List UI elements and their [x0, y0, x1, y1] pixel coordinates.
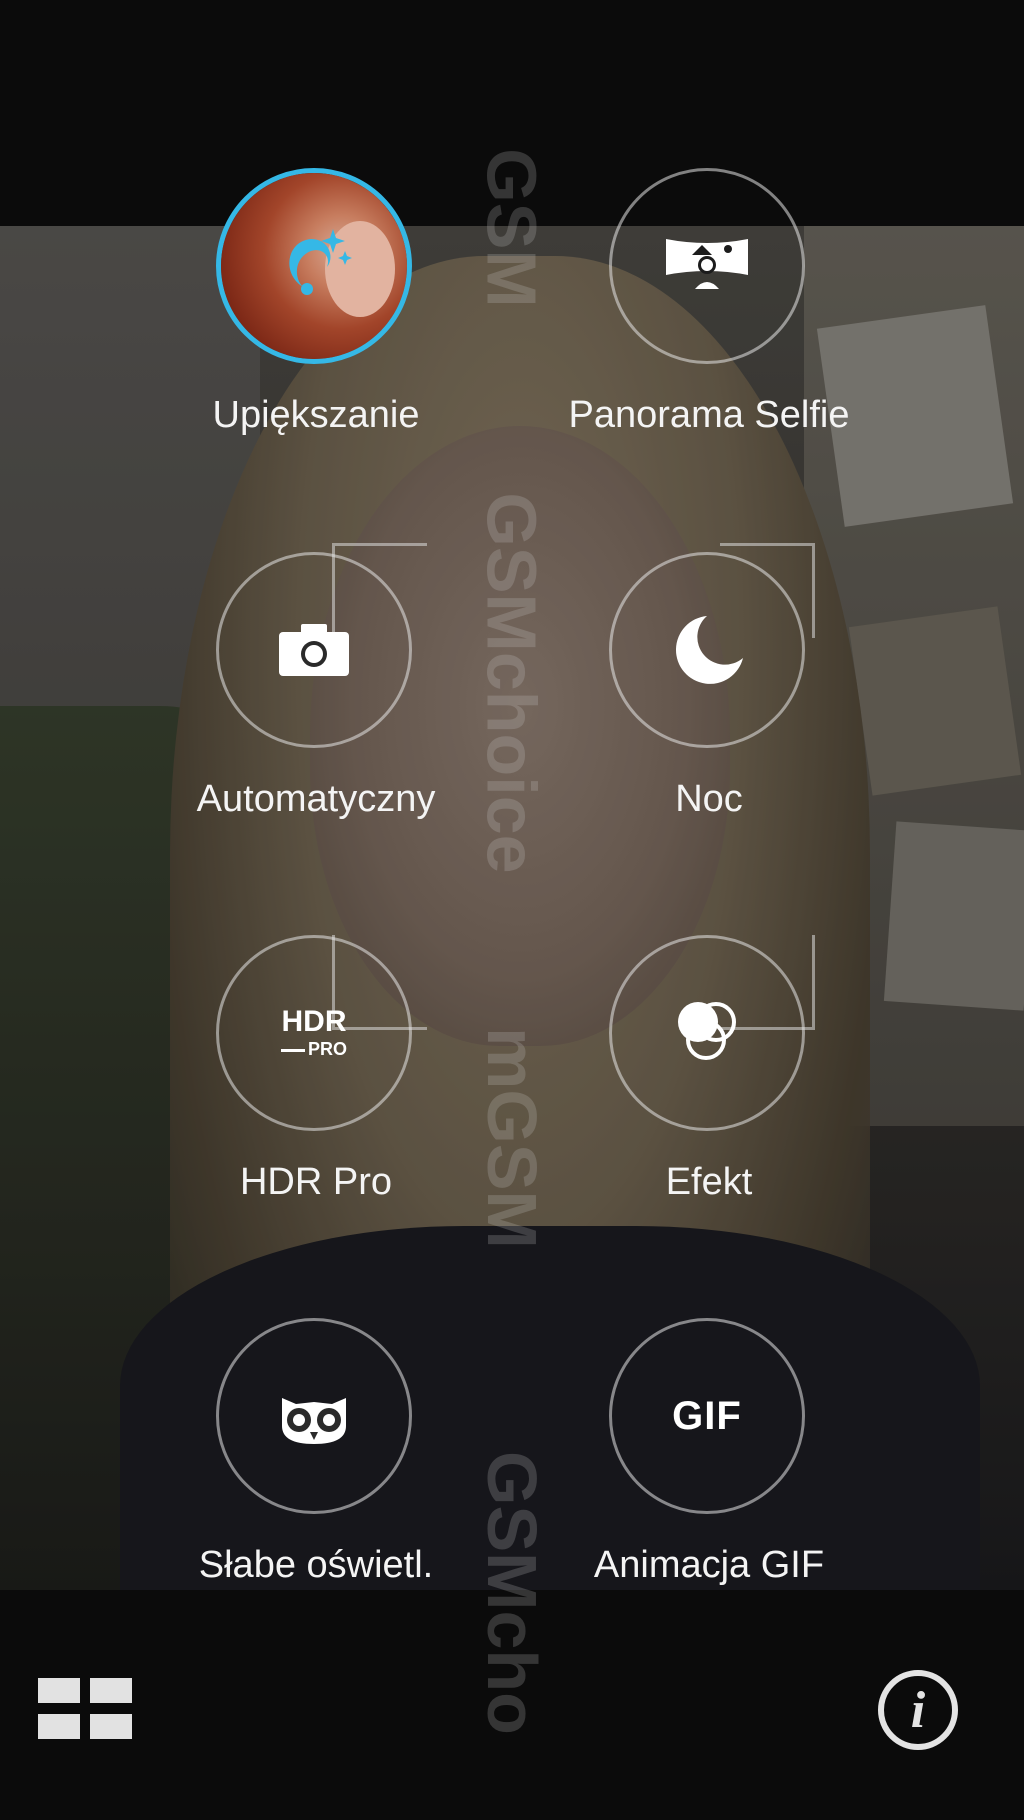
mode-label: Automatyczny [196, 778, 436, 820]
mode-label: Upiększanie [212, 394, 420, 436]
mode-label: Panorama Selfie [568, 394, 850, 436]
mode-effect[interactable]: Efekt [559, 935, 859, 1225]
effect-circles-icon [678, 1002, 736, 1060]
info-icon[interactable]: i [878, 1670, 958, 1750]
mode-label: Animacja GIF [593, 1544, 825, 1586]
mode-hdr-pro-circle[interactable]: HDR PRO [216, 935, 412, 1131]
top-bar [0, 0, 1024, 226]
mode-hdr-pro[interactable]: HDR PRO HDR Pro [166, 935, 466, 1225]
camera-preview[interactable] [0, 226, 1024, 1590]
hdr-icon-text: HDR [281, 1005, 347, 1038]
panorama-selfie-icon [666, 239, 748, 289]
grid-icon[interactable] [38, 1678, 132, 1742]
hdr-icon-subtext: PRO [307, 1039, 347, 1059]
mode-label: HDR Pro [239, 1161, 393, 1203]
mode-auto-circle[interactable] [216, 552, 412, 748]
mode-beauty-circle[interactable] [216, 168, 412, 364]
mode-gif-circle[interactable]: GIF [609, 1318, 805, 1514]
mode-low-light[interactable]: Słabe oświetl. [166, 1318, 466, 1608]
preview-dim-overlay [0, 226, 1024, 1590]
mode-night-circle[interactable] [609, 552, 805, 748]
gif-icon: GIF [672, 1393, 742, 1438]
mode-panorama-selfie[interactable]: Panorama Selfie [559, 168, 859, 458]
mode-label: Słabe oświetl. [198, 1544, 434, 1586]
info-glyph: i [910, 1681, 926, 1739]
hdr-pro-icon: HDR PRO [280, 1005, 347, 1059]
mode-beauty[interactable]: Upiększanie [166, 168, 466, 458]
mode-panorama-selfie-circle[interactable] [609, 168, 805, 364]
mode-effect-circle[interactable] [609, 935, 805, 1131]
camera-icon [279, 624, 349, 676]
owl-icon [282, 1398, 346, 1444]
beauty-face-icon [289, 229, 352, 295]
mode-night[interactable]: Noc [559, 552, 859, 842]
mode-label: Efekt [665, 1161, 753, 1203]
moon-icon [675, 616, 743, 684]
bottom-bar [0, 1590, 1024, 1820]
mode-low-light-circle[interactable] [216, 1318, 412, 1514]
mode-gif[interactable]: GIF Animacja GIF [559, 1318, 859, 1608]
mode-auto[interactable]: Automatyczny [166, 552, 466, 842]
mode-label: Noc [675, 778, 743, 820]
